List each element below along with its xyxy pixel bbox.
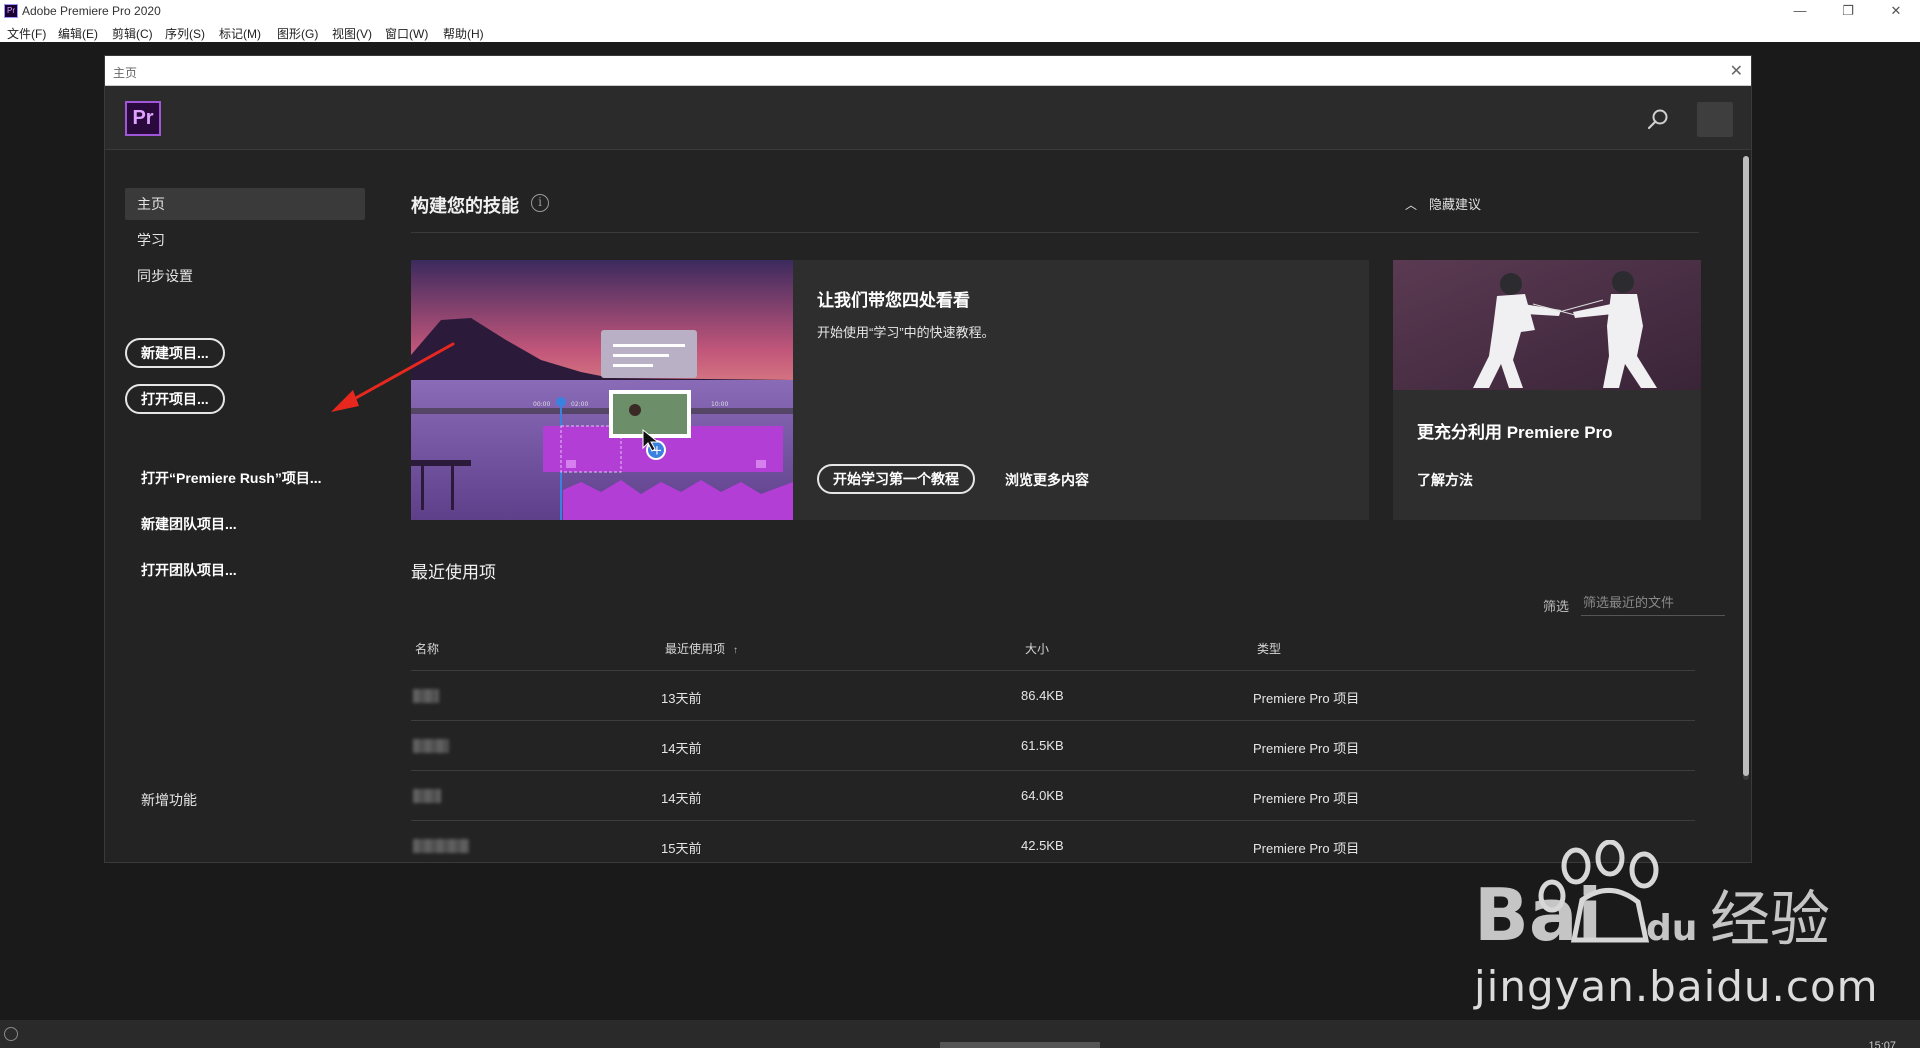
- scrollbar-thumb[interactable]: [1743, 156, 1749, 776]
- hide-suggestions-toggle[interactable]: ︿ 隐藏建议: [1405, 194, 1481, 213]
- window-title-bar: Pr Adobe Premiere Pro 2020 — ❐ ✕: [0, 0, 1920, 22]
- last-used-cell: 14天前: [661, 741, 702, 756]
- fencing-illustration: [1393, 260, 1701, 390]
- tour-illustration: 00:00 02:00 10:00 +: [411, 260, 793, 520]
- menu-view[interactable]: 视图(V): [332, 25, 372, 42]
- skills-section-title: 构建您的技能: [411, 196, 519, 216]
- size-cell: 64.0KB: [1021, 788, 1064, 803]
- menu-help[interactable]: 帮助(H): [443, 25, 484, 42]
- type-cell: Premiere Pro 项目: [1253, 741, 1360, 756]
- tour-description: 开始使用“学习”中的快速教程。: [817, 325, 995, 340]
- start-first-tutorial-button[interactable]: 开始学习第一个教程: [817, 464, 975, 494]
- open-rush-project-link[interactable]: 打开“Premiere Rush”项目...: [141, 468, 322, 488]
- redacted-file-name: [413, 689, 439, 703]
- chevron-up-icon: ︿: [1405, 198, 1418, 212]
- table-row[interactable]: 14天前 61.5KB Premiere Pro 项目: [411, 721, 1695, 771]
- new-team-project-link[interactable]: 新建团队项目...: [141, 514, 237, 534]
- dialog-title: 主页: [113, 66, 138, 80]
- menu-graphics[interactable]: 图形(G): [277, 25, 318, 42]
- svg-text:du: du: [1646, 908, 1697, 949]
- sort-ascending-icon: ↑: [733, 645, 739, 656]
- learn-how-link[interactable]: 了解方法: [1417, 470, 1473, 490]
- open-project-button[interactable]: 打开项目...: [125, 384, 225, 414]
- column-header-last-used-label: 最近使用项: [665, 642, 726, 656]
- tour-card: 00:00 02:00 10:00 + 让我们带您四处看看 开始使用“学习”中的…: [411, 260, 1369, 520]
- status-segment: [940, 1042, 1100, 1048]
- menu-bar: 文件(F) 编辑(E) 剪辑(C) 序列(S) 标记(M) 图形(G) 视图(V…: [0, 22, 1920, 42]
- whats-new-link[interactable]: 新增功能: [141, 790, 197, 810]
- last-used-cell: 15天前: [661, 841, 702, 856]
- premiere-tips-heading: 更充分利用 Premiere Pro: [1417, 423, 1613, 442]
- redacted-file-name: [413, 789, 441, 803]
- sidebar-item-learn[interactable]: 学习: [125, 224, 365, 256]
- column-header-size[interactable]: 大小: [1025, 640, 1049, 657]
- size-cell: 42.5KB: [1021, 838, 1064, 853]
- size-cell: 61.5KB: [1021, 738, 1064, 753]
- svg-text:10:00: 10:00: [711, 401, 728, 408]
- sidebar-item-home[interactable]: 主页: [125, 188, 365, 220]
- user-avatar[interactable]: [1697, 102, 1733, 137]
- home-content: 构建您的技能 i ︿ 隐藏建议 00:00 02:00 10:00 + 让我们带…: [405, 150, 1725, 864]
- menu-file[interactable]: 文件(F): [7, 25, 46, 42]
- new-project-button[interactable]: 新建项目...: [125, 338, 225, 368]
- table-row[interactable]: 14天前 64.0KB Premiere Pro 项目: [411, 771, 1695, 821]
- svg-text:00:00: 00:00: [533, 401, 550, 408]
- sidebar-item-sync-settings[interactable]: 同步设置: [125, 260, 365, 292]
- column-header-type[interactable]: 类型: [1257, 640, 1281, 657]
- browse-more-link[interactable]: 浏览更多内容: [1005, 470, 1089, 490]
- svg-text:经验: 经验: [1710, 885, 1830, 955]
- hide-suggestions-label: 隐藏建议: [1429, 197, 1482, 212]
- menu-sequence[interactable]: 序列(S): [165, 25, 205, 42]
- menu-window[interactable]: 窗口(W): [385, 25, 428, 42]
- type-cell: Premiere Pro 项目: [1253, 691, 1360, 706]
- last-used-cell: 14天前: [661, 791, 702, 806]
- tour-heading: 让我们带您四处看看: [817, 291, 970, 310]
- premiere-app-icon: Pr: [4, 4, 18, 18]
- info-icon[interactable]: i: [531, 194, 549, 212]
- close-window-button[interactable]: ✕: [1876, 2, 1916, 20]
- minimize-button[interactable]: —: [1780, 2, 1820, 20]
- dialog-header: Pr: [105, 86, 1751, 150]
- table-row[interactable]: 13天前 86.4KB Premiere Pro 项目: [411, 671, 1695, 721]
- redacted-file-name: [413, 839, 469, 853]
- dialog-title-bar: 主页 ✕: [105, 56, 1751, 86]
- last-used-cell: 13天前: [661, 691, 702, 706]
- recent-section-title: 最近使用项: [411, 563, 496, 582]
- menu-edit[interactable]: 编辑(E): [58, 25, 98, 42]
- menu-clip[interactable]: 剪辑(C): [112, 25, 153, 42]
- size-cell: 86.4KB: [1021, 688, 1064, 703]
- column-header-last-used[interactable]: 最近使用项 ↑: [665, 640, 738, 657]
- search-icon[interactable]: [1647, 108, 1669, 130]
- annotation-arrow: [331, 342, 455, 412]
- window-title: Adobe Premiere Pro 2020: [22, 4, 161, 18]
- watermark-url: jingyan.baidu.com: [1474, 962, 1879, 1011]
- svg-text:02:00: 02:00: [571, 401, 588, 408]
- menu-marker[interactable]: 标记(M): [219, 25, 261, 42]
- filter-recent-input[interactable]: [1581, 590, 1725, 616]
- dialog-close-icon[interactable]: ✕: [1730, 61, 1743, 81]
- restore-button[interactable]: ❐: [1828, 2, 1868, 20]
- redacted-file-name: [413, 739, 449, 753]
- type-cell: Premiere Pro 项目: [1253, 791, 1360, 806]
- premiere-app-window: Pr Adobe Premiere Pro 2020 — ❐ ✕ 文件(F) 编…: [0, 0, 1920, 1048]
- open-team-project-link[interactable]: 打开团队项目...: [141, 560, 237, 580]
- premiere-tips-card: 更充分利用 Premiere Pro 了解方法: [1393, 260, 1701, 520]
- content-scrollbar[interactable]: [1743, 156, 1749, 780]
- svg-text:Bai: Bai: [1474, 873, 1602, 957]
- status-icon[interactable]: [4, 1027, 18, 1041]
- home-dialog: 主页 ✕ Pr 主页 学习 同步设置 新建项目... 打开项目... 打开“Pr…: [104, 55, 1752, 863]
- home-sidebar: 主页 学习 同步设置 新建项目... 打开项目... 打开“Premiere R…: [105, 150, 365, 864]
- column-header-name[interactable]: 名称: [415, 640, 439, 657]
- premiere-logo: Pr: [125, 101, 161, 136]
- filter-label: 筛选: [1543, 599, 1570, 614]
- type-cell: Premiere Pro 项目: [1253, 841, 1360, 856]
- status-clock: 15:07: [1868, 1040, 1896, 1048]
- section-divider: [411, 232, 1699, 233]
